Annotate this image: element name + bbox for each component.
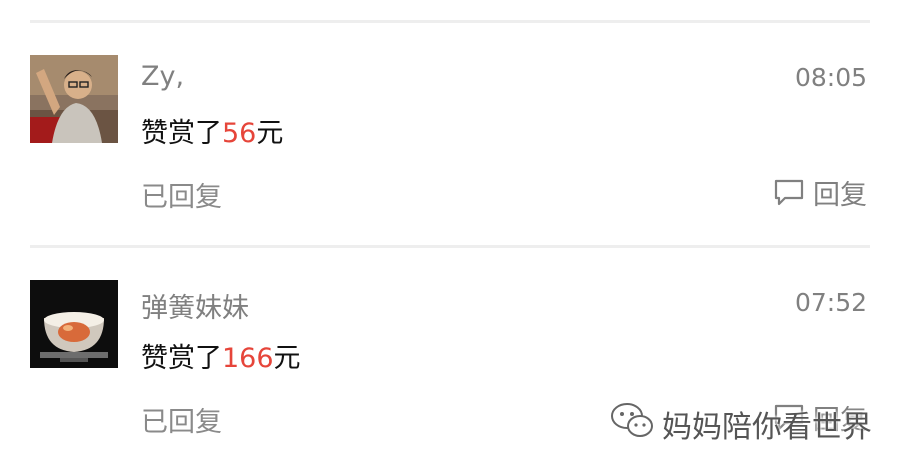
wechat-icon: [610, 402, 654, 446]
comment-time: 07:52: [794, 288, 867, 317]
commenter-name: Zy,: [141, 61, 185, 92]
reward-text: 赞赏了56元: [141, 111, 283, 150]
reward-suffix: 元: [256, 118, 284, 149]
replied-status: 已回复: [141, 182, 222, 213]
reward-amount: 166: [222, 343, 274, 374]
replied-status: 已回复: [141, 407, 222, 438]
reply-label: 回复: [813, 180, 867, 211]
reward-text: 赞赏了166元: [141, 336, 301, 375]
reward-suffix: 元: [273, 343, 301, 374]
reward-prefix: 赞赏了: [141, 343, 222, 374]
avatar[interactable]: [30, 55, 118, 143]
watermark-text: 妈妈陪你看世界: [662, 410, 872, 445]
reward-amount: 56: [222, 118, 257, 149]
reward-comment-list: Zy, 08:05 赞赏了56元 已回复 回复 弹簧妹妹 07:52 赞赏了16…: [0, 0, 900, 471]
watermark: 妈妈陪你看世界: [610, 402, 872, 446]
comment-time: 08:05: [794, 63, 867, 92]
avatar[interactable]: [30, 280, 118, 368]
divider: [30, 245, 870, 248]
reward-prefix: 赞赏了: [141, 118, 222, 149]
comment-bubble-icon: [773, 178, 805, 208]
commenter-name: 弹簧妹妹: [141, 293, 249, 324]
comment-item: Zy, 08:05 赞赏了56元 已回复 回复: [0, 55, 900, 255]
reply-button[interactable]: 回复: [773, 173, 867, 212]
divider: [30, 20, 870, 23]
